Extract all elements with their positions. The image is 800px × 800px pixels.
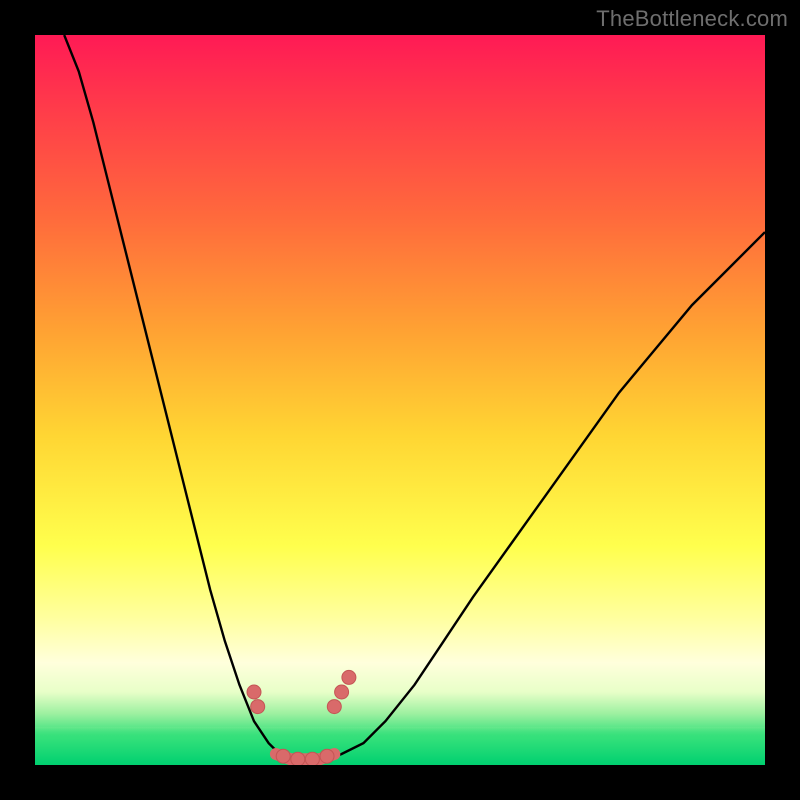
data-marker (320, 749, 334, 763)
left-curve (64, 35, 290, 759)
data-marker (327, 700, 341, 714)
data-marker (305, 752, 319, 765)
curve-layer (35, 35, 765, 765)
chart-frame: TheBottleneck.com (0, 0, 800, 800)
data-marker (342, 670, 356, 684)
data-marker (247, 685, 261, 699)
right-curve (327, 232, 765, 759)
data-marker (251, 700, 265, 714)
data-marker (335, 685, 349, 699)
data-marker (276, 749, 290, 763)
watermark-text: TheBottleneck.com (596, 6, 788, 32)
marker-group (247, 670, 356, 765)
plot-area (35, 35, 765, 765)
data-marker (291, 752, 305, 765)
